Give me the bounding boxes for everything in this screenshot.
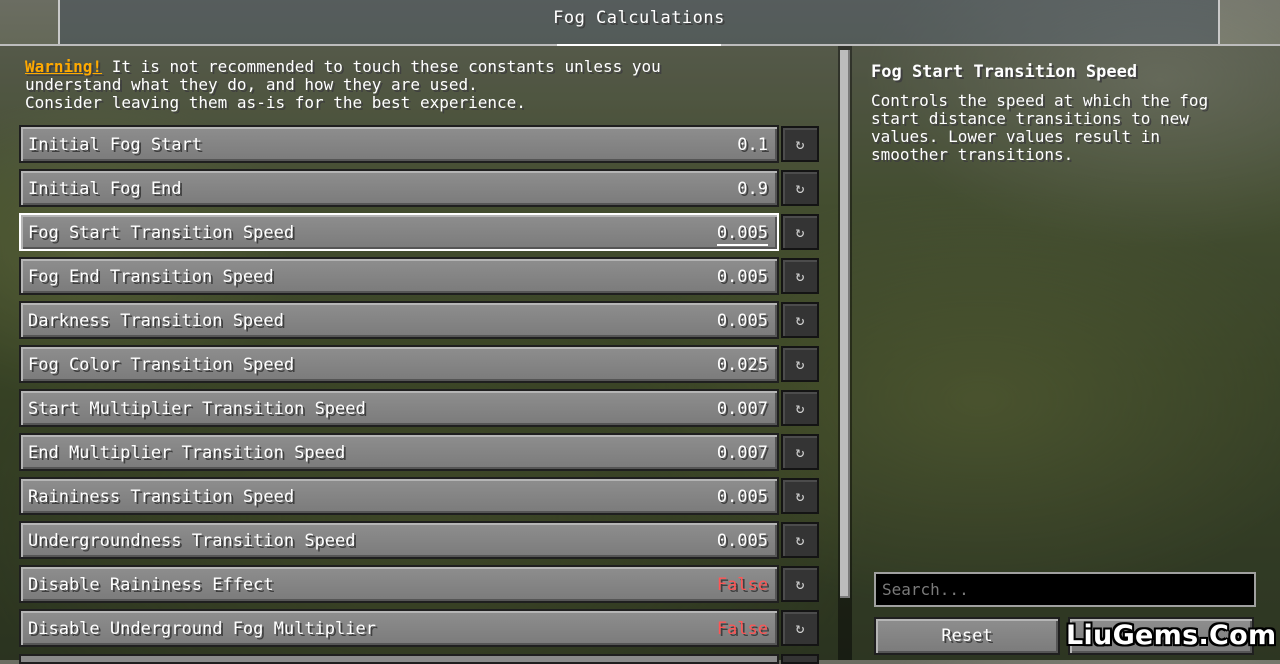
reset-option-icon[interactable]: ↻ xyxy=(781,170,819,206)
option-value: 0.005 xyxy=(716,531,768,551)
option-label: Fog Color Transition Speed xyxy=(28,355,295,375)
option-button[interactable]: End Multiplier Transition Speed 0.007 xyxy=(19,433,779,471)
warning-line-2: understand what they do, and how they ar… xyxy=(25,75,478,94)
reset-option-icon[interactable]: ↻ xyxy=(781,302,819,338)
reset-option-icon[interactable]: ↻ xyxy=(781,390,819,426)
option-label: Fog End Transition Speed xyxy=(28,267,274,287)
warning-line-1-text: It is not recommended to touch these con… xyxy=(102,57,661,76)
option-row: Initial Fog End 0.9 ↻ xyxy=(19,169,819,207)
reset-option-icon[interactable]: ↻ xyxy=(781,566,819,602)
option-button[interactable]: Fog Color Transition Speed 0.025 xyxy=(19,345,779,383)
option-label: Raininess Transition Speed xyxy=(28,487,295,507)
warning-message: Warning! It is not recommended to touch … xyxy=(25,58,815,112)
reset-option-button-partial[interactable] xyxy=(781,654,819,664)
reset-option-icon[interactable]: ↻ xyxy=(781,434,819,470)
option-button[interactable]: Raininess Transition Speed 0.005 xyxy=(19,477,779,515)
option-row: End Multiplier Transition Speed 0.007 ↻ xyxy=(19,433,819,471)
option-label: Darkness Transition Speed xyxy=(28,311,284,331)
option-label: Disable Raininess Effect xyxy=(28,575,274,595)
option-value: False xyxy=(716,619,768,639)
reset-option-icon[interactable]: ↻ xyxy=(781,126,819,162)
option-value: 0.005 xyxy=(716,487,768,507)
option-label: Initial Fog End xyxy=(28,179,182,199)
option-row: Darkness Transition Speed 0.005 ↻ xyxy=(19,301,819,339)
warning-label: Warning! xyxy=(25,57,103,76)
description-title: Fog Start Transition Speed xyxy=(871,62,1138,82)
reset-option-icon[interactable]: ↻ xyxy=(781,214,819,250)
description-body: Controls the speed at which the fog star… xyxy=(871,92,1266,164)
option-label: End Multiplier Transition Speed xyxy=(28,443,346,463)
option-label: Disable Underground Fog Multiplier xyxy=(28,619,376,639)
option-value: 0.005 xyxy=(716,311,768,331)
reset-option-icon[interactable]: ↻ xyxy=(781,346,819,382)
option-label: Initial Fog Start xyxy=(28,135,202,155)
option-row: Fog Start Transition Speed 0.005 ↻ xyxy=(19,213,819,251)
option-label: Undergroundness Transition Speed xyxy=(28,531,356,551)
option-row: Start Multiplier Transition Speed 0.007 ↻ xyxy=(19,389,819,427)
option-row: Fog Color Transition Speed 0.025 ↻ xyxy=(19,345,819,383)
option-button[interactable]: Disable Underground Fog Multiplier False xyxy=(19,609,779,647)
description-line-1: Controls the speed at which the fog xyxy=(871,91,1209,110)
search-input[interactable] xyxy=(874,572,1256,607)
option-value: 0.9 xyxy=(737,179,768,199)
option-value: 0.005 xyxy=(716,223,768,246)
reset-option-icon[interactable]: ↻ xyxy=(781,522,819,558)
option-button[interactable]: Initial Fog Start 0.1 xyxy=(19,125,779,163)
option-value: 0.007 xyxy=(716,399,768,419)
watermark-logo: LiuGems.Com xyxy=(1066,620,1277,651)
reset-button[interactable]: Reset xyxy=(874,617,1060,655)
option-value: 0.1 xyxy=(737,135,768,155)
option-row: Initial Fog Start 0.1 ↻ xyxy=(19,125,819,163)
option-value: 0.005 xyxy=(716,267,768,287)
page-title: Fog Calculations xyxy=(553,8,725,28)
option-button[interactable]: Start Multiplier Transition Speed 0.007 xyxy=(19,389,779,427)
warning-line-1: Warning! It is not recommended to touch … xyxy=(25,58,815,76)
option-label: Start Multiplier Transition Speed xyxy=(28,399,366,419)
option-button[interactable]: Undergroundness Transition Speed 0.005 xyxy=(19,521,779,559)
option-row: Disable Raininess Effect False ↻ xyxy=(19,565,819,603)
option-button[interactable]: Darkness Transition Speed 0.005 xyxy=(19,301,779,339)
warning-line-3: Consider leaving them as-is for the best… xyxy=(25,93,526,112)
description-line-4: smoother transitions. xyxy=(871,145,1074,164)
option-button[interactable]: Fog Start Transition Speed 0.005 xyxy=(19,213,779,251)
title-tab: Fog Calculations xyxy=(58,0,1220,46)
option-label: Fog Start Transition Speed xyxy=(28,223,295,243)
reset-option-icon[interactable]: ↻ xyxy=(781,258,819,294)
option-button[interactable]: Initial Fog End 0.9 xyxy=(19,169,779,207)
description-line-3: values. Lower values result in xyxy=(871,127,1160,146)
description-line-2: start distance transitions to new xyxy=(871,109,1189,128)
option-value: False xyxy=(716,575,768,595)
option-row: Undergroundness Transition Speed 0.005 ↻ xyxy=(19,521,819,559)
option-row: Disable Underground Fog Multiplier False ↻ xyxy=(19,609,819,647)
option-value: 0.007 xyxy=(716,443,768,463)
reset-option-icon[interactable]: ↻ xyxy=(781,478,819,514)
option-value: 0.025 xyxy=(716,355,768,375)
option-row: Fog End Transition Speed 0.005 ↻ xyxy=(19,257,819,295)
option-row-partial[interactable] xyxy=(19,654,779,664)
option-row: Raininess Transition Speed 0.005 ↻ xyxy=(19,477,819,515)
reset-option-icon[interactable]: ↻ xyxy=(781,610,819,646)
option-button[interactable]: Disable Raininess Effect False xyxy=(19,565,779,603)
scrollbar-thumb[interactable] xyxy=(840,50,850,598)
option-button[interactable]: Fog End Transition Speed 0.005 xyxy=(19,257,779,295)
